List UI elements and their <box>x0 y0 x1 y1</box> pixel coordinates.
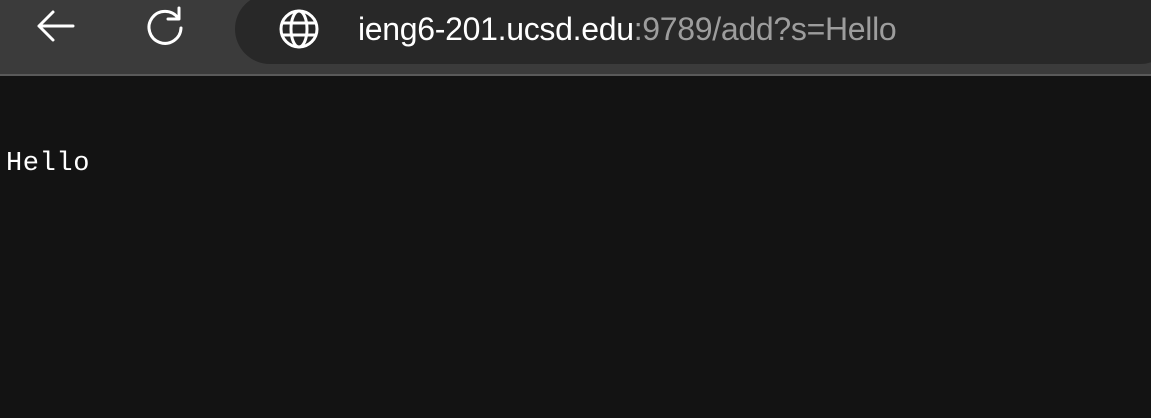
url-text[interactable]: ieng6-201.ucsd.edu:9789/add?s=Hello <box>358 9 897 49</box>
globe-icon[interactable] <box>277 7 321 51</box>
browser-toolbar: ieng6-201.ucsd.edu:9789/add?s=Hello <box>0 0 1151 76</box>
address-bar[interactable]: ieng6-201.ucsd.edu:9789/add?s=Hello <box>235 0 1151 64</box>
reload-icon <box>143 4 187 53</box>
arrow-left-icon <box>33 4 77 53</box>
back-button[interactable] <box>27 0 83 56</box>
reload-button[interactable] <box>137 0 193 56</box>
url-host: ieng6-201.ucsd.edu <box>358 11 634 47</box>
page-content: Hello <box>0 76 1151 418</box>
url-path: :9789/add?s=Hello <box>633 11 897 47</box>
page-body-text: Hello <box>6 149 91 179</box>
